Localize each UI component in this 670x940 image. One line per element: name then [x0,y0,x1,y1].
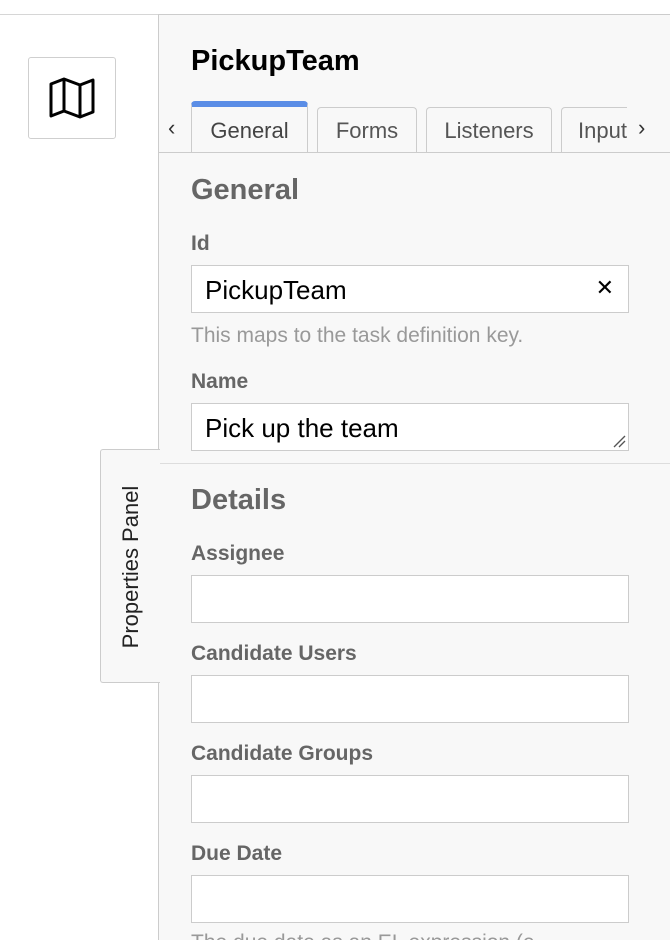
tab-listeners-label: Listeners [444,117,534,143]
tab-general-label: General [210,117,289,143]
due-date-label: Due Date [191,842,283,865]
tab-bar-rule [159,152,670,153]
resize-handle-icon[interactable] [612,434,626,448]
name-field-value: Pick up the team [205,413,399,443]
tab-general[interactable]: General [191,101,308,153]
clear-icon[interactable]: ✕ [596,275,614,301]
general-group-title: General [191,174,299,206]
id-field[interactable]: PickupTeam ✕ [191,265,629,313]
name-field[interactable]: Pick up the team [191,403,629,451]
chevron-left-icon: ‹ [168,115,176,140]
tab-scroll-left[interactable]: ‹ [168,115,175,141]
assignee-field[interactable] [191,575,629,623]
properties-panel-toggle[interactable]: Properties Panel [100,449,160,683]
id-hint: This maps to the task definition key. [191,324,524,347]
general-group: General Id PickupTeam ✕ This maps to the… [191,174,629,464]
id-field-value: PickupTeam [205,275,347,305]
tab-input-label: Input [578,117,627,143]
tab-listeners[interactable]: Listeners [426,107,552,153]
candidate-groups-label: Candidate Groups [191,742,374,765]
tab-forms[interactable]: Forms [317,107,417,153]
tab-input[interactable]: Input [561,107,627,153]
tab-bar: General Forms Listeners Input [191,101,627,153]
map-icon [49,77,95,119]
panel-title: PickupTeam [191,45,360,77]
due-date-hint: The due date as an EL expression (e [191,931,535,940]
due-date-field[interactable] [191,875,629,923]
candidate-users-field[interactable] [191,675,629,723]
tab-forms-label: Forms [335,117,399,143]
name-label: Name [191,370,249,393]
details-group-title: Details [191,484,287,516]
canvas-top-rule [0,14,160,15]
chevron-right-icon: › [638,115,646,140]
properties-panel: PickupTeam ‹ General Forms Listeners Inp… [158,14,670,940]
properties-panel-toggle-label: Properties Panel [118,485,143,649]
id-label: Id [191,232,210,255]
candidate-groups-field[interactable] [191,775,629,823]
group-divider [159,463,670,464]
minimap-toggle-button[interactable] [28,57,116,139]
details-group: Details Assignee Candidate Users Candida… [191,484,629,940]
assignee-label: Assignee [191,542,285,565]
candidate-users-label: Candidate Users [191,642,357,665]
tab-scroll-right[interactable]: › [638,115,645,141]
